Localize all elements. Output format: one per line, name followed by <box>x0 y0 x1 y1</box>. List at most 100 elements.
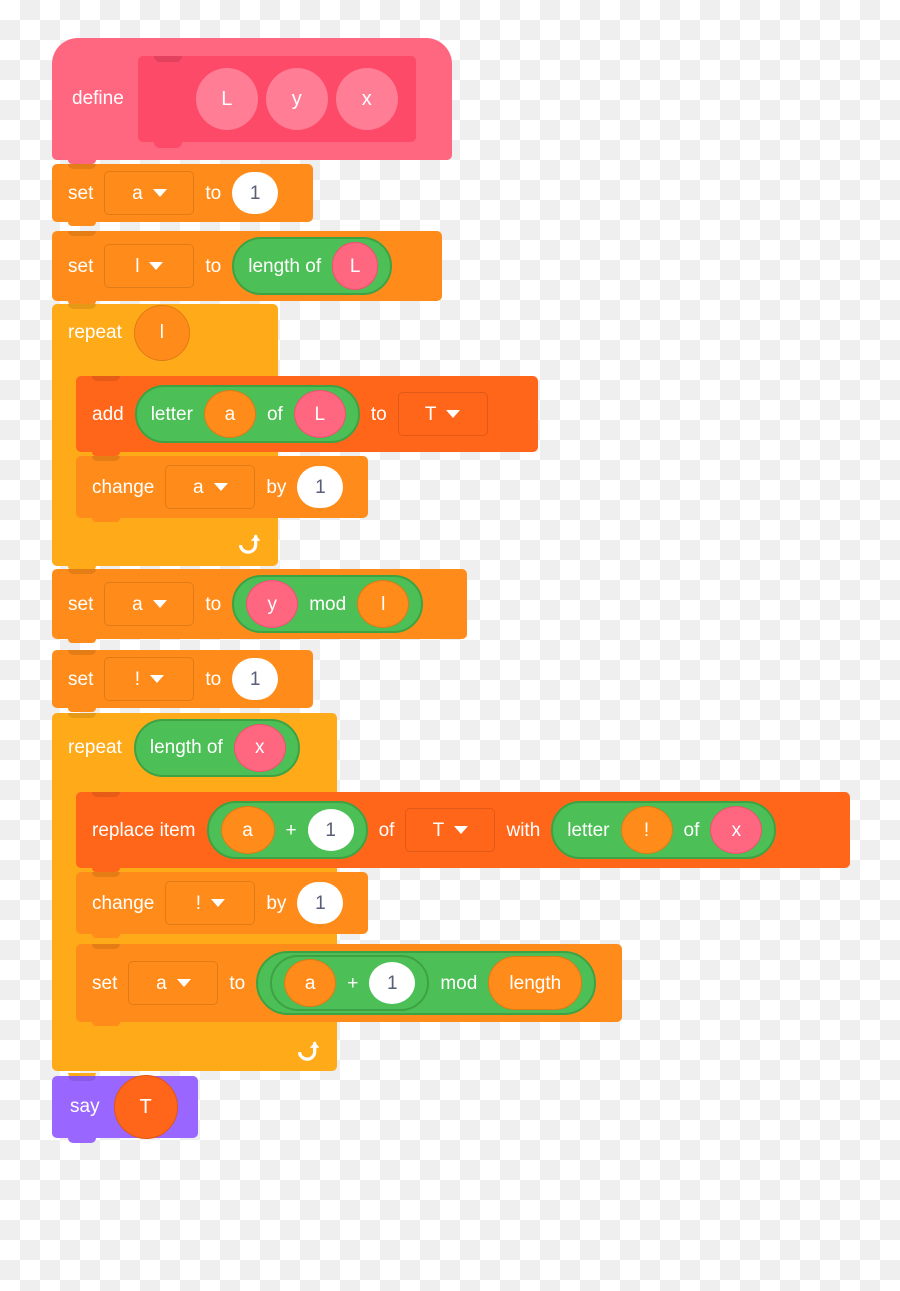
set-keyword-label: set <box>68 255 94 277</box>
to-label: to <box>205 593 222 615</box>
chevron-down-icon <box>149 262 164 270</box>
say-block[interactable]: say T <box>52 1075 198 1143</box>
chevron-down-icon <box>150 675 164 683</box>
replace-item-block[interactable]: replace item a + 1 of T with letter ! of… <box>76 792 850 872</box>
of-label: of <box>266 403 283 425</box>
letter-label: letter <box>150 403 193 425</box>
chevron-down-icon <box>213 483 228 491</box>
set-a-to-1-block[interactable]: set a to 1 <box>52 164 313 226</box>
custom-block-prototype[interactable]: L y x <box>137 56 416 148</box>
param-reporter-L[interactable]: L <box>332 242 379 290</box>
change-keyword-label: change <box>92 892 155 914</box>
number-input-1[interactable]: 1 <box>307 809 354 851</box>
repeat-arm <box>52 783 76 1029</box>
list-dropdown-T[interactable]: T <box>405 808 496 852</box>
repeat-footer <box>52 522 278 570</box>
chevron-down-icon <box>454 826 469 834</box>
dropdown-value: l <box>135 255 140 277</box>
to-label: to <box>229 972 246 994</box>
addition-operator[interactable]: a + 1 <box>206 801 368 859</box>
define-param-L[interactable]: L <box>195 68 258 130</box>
plus-label: + <box>347 972 359 994</box>
to-label: to <box>370 403 387 425</box>
set-a-to-y-mod-l-block[interactable]: set a to y mod l <box>52 569 467 643</box>
say-keyword-label: say <box>70 1096 100 1117</box>
letter-of-operator[interactable]: letter ! of x <box>551 801 777 859</box>
by-label: by <box>266 892 287 914</box>
to-label: to <box>205 182 222 204</box>
repeat-keyword-label: repeat <box>68 737 122 758</box>
variable-reporter-l[interactable]: l <box>357 580 410 628</box>
variable-dropdown-exclamation[interactable]: ! <box>165 881 256 925</box>
variable-reporter-length[interactable]: length <box>488 956 583 1010</box>
variable-dropdown-a[interactable]: a <box>104 171 195 215</box>
variable-dropdown-a[interactable]: a <box>128 961 219 1005</box>
repeat-footer <box>52 1029 337 1077</box>
variable-reporter-l[interactable]: l <box>133 305 190 361</box>
repeat-header[interactable]: repeat length of x <box>52 713 337 783</box>
number-input-1[interactable]: 1 <box>297 466 344 508</box>
repeat-keyword-label: repeat <box>68 322 122 343</box>
dropdown-value: a <box>193 476 204 498</box>
loop-arrow-icon <box>238 534 260 554</box>
dropdown-value: T <box>424 403 437 425</box>
number-input-1[interactable]: 1 <box>232 172 279 214</box>
number-input-1[interactable]: 1 <box>369 962 416 1004</box>
mod-label: mod <box>309 593 347 615</box>
variable-dropdown-a[interactable]: a <box>165 465 256 509</box>
dropdown-value: T <box>432 819 445 841</box>
variable-reporter-a[interactable]: a <box>284 959 337 1007</box>
letter-label: letter <box>567 819 610 841</box>
param-reporter-L[interactable]: L <box>293 390 346 438</box>
define-keyword-label: define <box>72 88 124 109</box>
repeat-header[interactable]: repeat l <box>52 304 278 362</box>
variable-reporter-a[interactable]: a <box>220 806 275 854</box>
variable-reporter-a[interactable]: a <box>203 390 256 438</box>
of-label: of <box>683 819 700 841</box>
variable-reporter-exclamation[interactable]: ! <box>620 806 673 854</box>
change-exclamation-by-1-block[interactable]: change ! by 1 <box>76 872 368 938</box>
set-a-to-a-plus-1-mod-length-block[interactable]: set a to a + 1 mod length <box>76 944 622 1026</box>
param-reporter-x[interactable]: x <box>710 806 763 854</box>
loop-arrow-icon <box>297 1041 319 1061</box>
variable-dropdown-exclamation[interactable]: ! <box>104 657 195 701</box>
set-keyword-label: set <box>68 668 94 690</box>
define-hat-block[interactable]: define L y x <box>52 38 452 164</box>
number-input-1[interactable]: 1 <box>232 658 279 700</box>
param-reporter-x[interactable]: x <box>233 724 286 772</box>
change-keyword-label: change <box>92 476 155 498</box>
chevron-down-icon <box>446 410 461 418</box>
replace-item-keyword-label: replace item <box>92 819 196 841</box>
mod-operator[interactable]: a + 1 mod length <box>256 951 597 1015</box>
change-a-by-1-block[interactable]: change a by 1 <box>76 456 368 522</box>
dropdown-value: a <box>132 593 143 615</box>
variable-dropdown-a[interactable]: a <box>104 582 195 626</box>
add-letter-to-list-block[interactable]: add letter a of L to T <box>76 376 538 456</box>
list-dropdown-T[interactable]: T <box>397 392 488 436</box>
set-keyword-label: set <box>68 182 94 204</box>
length-of-operator[interactable]: length of L <box>232 237 393 295</box>
set-l-to-length-of-L-block[interactable]: set l to length of L <box>52 231 442 305</box>
length-of-label: length of <box>248 255 322 277</box>
dropdown-value: ! <box>195 892 201 914</box>
set-exclamation-to-1-block[interactable]: set ! to 1 <box>52 650 313 712</box>
with-label: with <box>506 819 541 841</box>
length-of-label: length of <box>149 737 223 758</box>
param-reporter-y[interactable]: y <box>246 580 299 628</box>
by-label: by <box>266 476 287 498</box>
add-keyword-label: add <box>92 403 124 425</box>
number-input-1[interactable]: 1 <box>297 882 344 924</box>
define-param-y[interactable]: y <box>265 68 328 130</box>
define-param-x[interactable]: x <box>335 68 398 130</box>
chevron-down-icon <box>152 600 167 608</box>
chevron-down-icon <box>152 189 167 197</box>
addition-operator[interactable]: a + 1 <box>270 955 430 1011</box>
list-reporter-T[interactable]: T <box>113 1075 178 1139</box>
chevron-down-icon <box>176 979 191 987</box>
set-keyword-label: set <box>92 972 118 994</box>
length-of-operator[interactable]: length of x <box>133 719 300 777</box>
of-label: of <box>378 819 395 841</box>
letter-of-operator[interactable]: letter a of L <box>134 385 360 443</box>
variable-dropdown-l[interactable]: l <box>104 244 195 288</box>
mod-operator[interactable]: y mod l <box>232 575 424 633</box>
